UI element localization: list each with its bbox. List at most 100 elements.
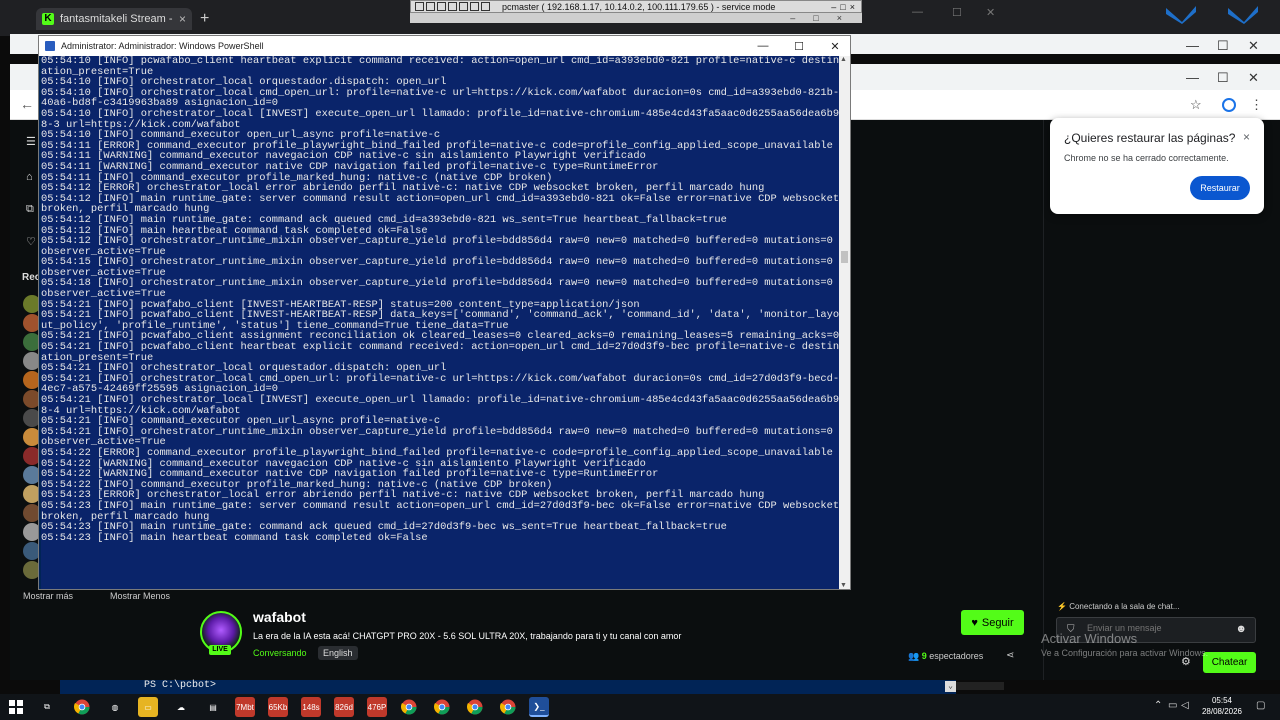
window-minimize-icon[interactable]: — — [1186, 38, 1199, 53]
restore-button[interactable]: Restaurar — [1190, 176, 1250, 200]
taskbar-clock[interactable]: 05:54 28/08/2026 — [1196, 695, 1248, 717]
chevron-up-icon[interactable]: ⌃ — [1154, 700, 1162, 711]
service-tool-icon[interactable] — [415, 2, 424, 11]
users-icon: 👥 — [908, 651, 920, 661]
service-tool-icon[interactable] — [481, 2, 490, 11]
emoji-icon[interactable]: ☻ — [1235, 623, 1247, 635]
chrome-taskbar-icon-4[interactable] — [465, 697, 485, 717]
powershell-console[interactable]: 05:54:10 [INFO] pcwafabo_client heartbea… — [41, 56, 841, 589]
taskbar-tile[interactable]: 65Kb — [268, 697, 288, 717]
console-line: 05:54:21 [INFO] orchestrator_local [INVE… — [41, 394, 840, 417]
service-tool-icon[interactable] — [426, 2, 435, 11]
console-line: 05:54:21 [INFO] pcwafabo_client [INVEST-… — [41, 309, 840, 332]
powershell-taskbar-icon[interactable]: ❯_ — [529, 697, 549, 717]
powershell-titlebar[interactable]: Administrator: Administrador: Windows Po… — [39, 36, 850, 56]
powershell-window: Administrator: Administrador: Windows Po… — [38, 35, 851, 590]
chrome-taskbar-icon[interactable] — [72, 697, 92, 717]
console-line: 05:54:12 [INFO] main runtime_gate: serve… — [41, 192, 840, 216]
stream-language-tag[interactable]: English — [318, 646, 358, 660]
browse-icon[interactable]: ⧉ — [26, 203, 34, 216]
service-tool-icon[interactable] — [459, 2, 468, 11]
powershell-icon — [45, 41, 55, 51]
bg-maximize-icon[interactable]: ☐ — [952, 6, 962, 19]
console-scrollbar[interactable]: ▲ ▼ — [839, 56, 850, 589]
window-close-icon[interactable]: ✕ — [1248, 38, 1259, 54]
chrome-taskbar-icon-2[interactable] — [399, 697, 419, 717]
viewer-count: 👥 9 espectadores — [908, 651, 983, 662]
chat-send-button[interactable]: Chatear — [1203, 652, 1256, 673]
bookmark-star-icon[interactable]: ☆ — [1190, 97, 1202, 113]
profile-icon[interactable] — [1222, 98, 1236, 112]
show-more-link[interactable]: Mostrar más — [23, 591, 73, 601]
restore-title: ¿Quieres restaurar las páginas? — [1064, 131, 1236, 145]
service-minimize-icon[interactable]: – — [831, 2, 836, 12]
console-line: 05:54:23 [INFO] main runtime_gate: serve… — [41, 499, 840, 523]
ps-maximize-icon[interactable]: ☐ — [784, 40, 814, 53]
background-powershell-prompt[interactable]: PS C:\pcbot> ⌄ — [60, 680, 956, 694]
taskbar-tile[interactable]: 7Mbt — [235, 697, 255, 717]
service-tool-icon[interactable] — [448, 2, 457, 11]
chrome-menu-icon[interactable]: ⋮ — [1250, 97, 1263, 113]
task-view-icon[interactable]: ⧉ — [37, 697, 57, 717]
window-minimize-icon-2[interactable]: — — [1186, 70, 1199, 85]
chevron-down-icon[interactable]: ⌄ — [945, 681, 956, 692]
new-tab-button[interactable]: + — [200, 10, 209, 28]
tab-title: fantasmitakeli Stream - Watch — [60, 13, 173, 25]
activate-windows-subtitle: Ve a Configuración para activar Windows. — [1041, 648, 1209, 658]
console-line: 05:54:10 [INFO] orchestrator_local cmd_o… — [41, 86, 840, 110]
service-toolbar-icons[interactable] — [411, 2, 494, 11]
restore-close-icon[interactable]: × — [1243, 130, 1250, 144]
file-explorer-icon[interactable]: ▭ — [138, 697, 158, 717]
powershell-title: Administrator: Administrador: Windows Po… — [61, 41, 264, 51]
service-maximize-icon[interactable]: □ — [840, 2, 845, 12]
chrome-taskbar-icon-3[interactable] — [432, 697, 452, 717]
scroll-down-icon[interactable]: ▼ — [840, 582, 847, 589]
window-app-icon[interactable]: ▤ — [203, 697, 223, 717]
ps-minimize-icon[interactable]: — — [748, 40, 778, 52]
follow-label: Seguir — [981, 616, 1014, 629]
tab-kick-stream[interactable]: K fantasmitakeli Stream - Watch × — [36, 8, 192, 30]
notification-icon[interactable]: ▢ — [1256, 700, 1265, 711]
sub-minimize-icon[interactable]: – — [790, 13, 795, 23]
remote-app-icon[interactable]: ◍ — [105, 697, 125, 717]
share-icon[interactable]: ⋖ — [1006, 650, 1014, 661]
service-tool-icon[interactable] — [470, 2, 479, 11]
app-icon[interactable]: ☁ — [171, 697, 191, 717]
menu-icon[interactable]: ☰ — [26, 135, 36, 148]
service-close-icon[interactable]: × — [850, 2, 855, 12]
back-arrow-icon[interactable]: ← — [20, 96, 34, 112]
taskbar-tile[interactable]: 826d — [334, 697, 354, 717]
sub-maximize-icon[interactable]: □ — [813, 13, 818, 23]
streamer-name[interactable]: wafabot — [253, 609, 306, 625]
restore-body: Chrome no se ha cerrado correctamente. — [1064, 153, 1229, 163]
window-close-icon-2[interactable]: ✕ — [1248, 70, 1259, 86]
vscode-icon-2 — [1228, 6, 1258, 24]
console-line: 05:54:12 [INFO] orchestrator_runtime_mix… — [41, 235, 833, 258]
network-icon[interactable]: ▭ — [1168, 700, 1177, 711]
window-maximize-icon[interactable]: ☐ — [1217, 38, 1229, 54]
sub-close-icon[interactable]: × — [837, 13, 842, 23]
stream-category[interactable]: Conversando — [253, 648, 307, 658]
volume-icon[interactable]: ◁ — [1181, 700, 1189, 711]
chrome-taskbar-icon-5[interactable] — [498, 697, 518, 717]
console-line: 05:54:10 [INFO] pcwafabo_client heartbea… — [41, 56, 840, 78]
tab-close-icon[interactable]: × — [179, 12, 186, 26]
home-icon[interactable]: ⌂ — [26, 171, 33, 183]
window-maximize-icon-2[interactable]: ☐ — [1217, 70, 1229, 86]
console-line: 05:54:23 [INFO] main heartbeat command t… — [41, 531, 428, 544]
show-less-link[interactable]: Mostrar Menos — [110, 591, 170, 601]
scrollbar-thumb[interactable] — [841, 251, 848, 263]
ps-close-icon[interactable]: ✕ — [820, 40, 850, 53]
bg-close-icon[interactable]: ✕ — [986, 6, 995, 19]
bg-minimize-icon[interactable]: — — [912, 6, 923, 18]
scroll-up-icon[interactable]: ▲ — [840, 56, 847, 63]
following-icon[interactable]: ♡ — [26, 235, 36, 248]
service-tool-icon[interactable] — [437, 2, 446, 11]
live-badge: LIVE — [209, 645, 231, 655]
chat-connecting-text: Conectando a la sala de chat... — [1069, 602, 1180, 611]
windows-start-icon[interactable] — [6, 697, 26, 717]
taskbar-tile[interactable]: 476P — [367, 697, 387, 717]
follow-button[interactable]: ♥ Seguir — [961, 610, 1024, 635]
viewer-label: espectadores — [929, 651, 984, 661]
taskbar-tile[interactable]: 148s — [301, 697, 321, 717]
